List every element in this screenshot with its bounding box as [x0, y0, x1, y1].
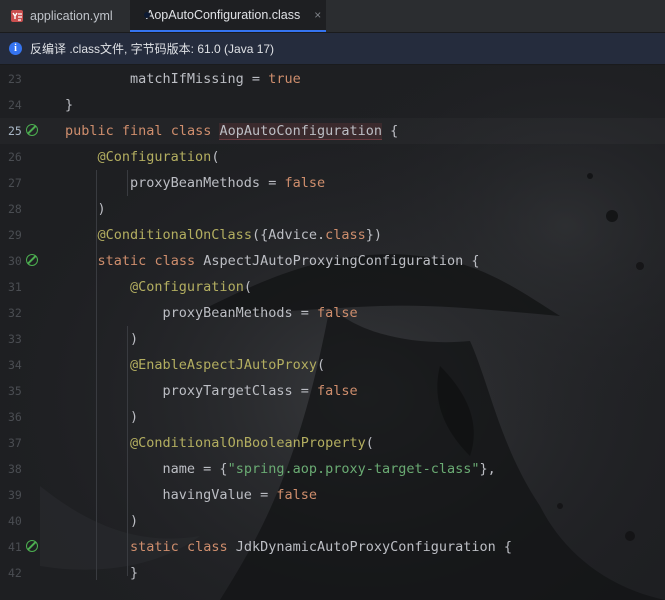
line-number: 34 [8, 358, 22, 372]
gutter-row[interactable]: 39 [0, 482, 60, 508]
decompiled-info-banner: i 反编译 .class文件, 字节码版本: 61.0 (Java 17) [0, 33, 665, 65]
line-number: 31 [8, 280, 22, 294]
yaml-file-icon [10, 9, 24, 23]
gutter-row[interactable]: 23 [0, 66, 60, 92]
info-banner-text: 反编译 .class文件, 字节码版本: 61.0 (Java 17) [30, 42, 275, 56]
gutter-row[interactable]: 36 [0, 404, 60, 430]
code-line[interactable]: static class AspectJAutoProxyingConfigur… [65, 248, 480, 274]
line-number: 23 [8, 72, 22, 86]
line-number: 28 [8, 202, 22, 216]
gutter-row[interactable]: 27 [0, 170, 60, 196]
gutter-row[interactable]: 41 [0, 534, 60, 560]
code-line[interactable]: public final class AopAutoConfiguration … [65, 118, 398, 144]
code-line[interactable]: proxyTargetClass = false [65, 378, 358, 404]
line-number: 37 [8, 436, 22, 450]
gutter-row[interactable]: 40 [0, 508, 60, 534]
line-number: 27 [8, 176, 22, 190]
code-line[interactable]: proxyBeanMethods = false [65, 170, 325, 196]
line-number: 32 [8, 306, 22, 320]
line-number: 30 [8, 254, 22, 268]
gutter-row[interactable]: 38 [0, 456, 60, 482]
bean-gutter-icon[interactable] [26, 124, 38, 136]
gutter-row[interactable]: 28 [0, 196, 60, 222]
code-line[interactable]: ) [65, 508, 138, 534]
code-line[interactable]: @Configuration( [65, 144, 220, 170]
code-line[interactable]: ) [65, 326, 138, 352]
tab-application-yml[interactable]: application.yml [0, 0, 128, 32]
line-number: 41 [8, 540, 22, 554]
gutter-row[interactable]: 25 [0, 118, 60, 144]
line-number: 42 [8, 566, 22, 580]
gutter-row[interactable]: 30 [0, 248, 60, 274]
gutter-row[interactable]: 42 [0, 560, 60, 586]
code-line[interactable]: } [65, 92, 73, 118]
gutter-row[interactable]: 32 [0, 300, 60, 326]
code-line[interactable]: @ConditionalOnClass({Advice.class}) [65, 222, 383, 248]
code-line[interactable]: ) [65, 404, 138, 430]
tab-label: application.yml [30, 9, 113, 23]
line-number: 26 [8, 150, 22, 164]
editor-tab-bar: application.yml AopAutoConfiguration.cla… [0, 0, 665, 33]
line-number: 38 [8, 462, 22, 476]
gutter-row[interactable]: 24 [0, 92, 60, 118]
gutter-row[interactable]: 37 [0, 430, 60, 456]
line-number: 33 [8, 332, 22, 346]
bean-gutter-icon[interactable] [26, 254, 38, 266]
line-number: 25 [8, 124, 22, 138]
tab-label: AopAutoConfiguration.class [146, 8, 301, 22]
bean-gutter-icon[interactable] [26, 540, 38, 552]
code-line[interactable]: @Configuration( [65, 274, 252, 300]
code-line[interactable]: @ConditionalOnBooleanProperty( [65, 430, 374, 456]
line-number: 36 [8, 410, 22, 424]
info-icon: i [9, 42, 22, 55]
code-line[interactable]: matchIfMissing = true [65, 66, 301, 92]
code-line[interactable]: ) [65, 196, 106, 222]
code-line[interactable]: static class JdkDynamicAutoProxyConfigur… [65, 534, 512, 560]
line-number: 39 [8, 488, 22, 502]
code-line[interactable]: proxyBeanMethods = false [65, 300, 358, 326]
tab-aop-auto-configuration-class[interactable]: AopAutoConfiguration.class × [130, 0, 326, 32]
gutter-row[interactable]: 33 [0, 326, 60, 352]
code-line[interactable]: havingValue = false [65, 482, 317, 508]
close-icon[interactable]: × [314, 8, 321, 22]
gutter-row[interactable]: 26 [0, 144, 60, 170]
code-line[interactable]: name = {"spring.aop.proxy-target-class"}… [65, 456, 496, 482]
code-editor[interactable]: 23 matchIfMissing = true 24} 25 public fina… [0, 66, 665, 600]
gutter-row[interactable]: 34 [0, 352, 60, 378]
gutter-row[interactable]: 31 [0, 274, 60, 300]
line-number: 24 [8, 98, 22, 112]
code-line[interactable]: @EnableAspectJAutoProxy( [65, 352, 325, 378]
gutter-row[interactable]: 29 [0, 222, 60, 248]
code-line[interactable]: } [65, 560, 138, 586]
line-number: 40 [8, 514, 22, 528]
line-number: 29 [8, 228, 22, 242]
line-number: 35 [8, 384, 22, 398]
gutter-row[interactable]: 35 [0, 378, 60, 404]
